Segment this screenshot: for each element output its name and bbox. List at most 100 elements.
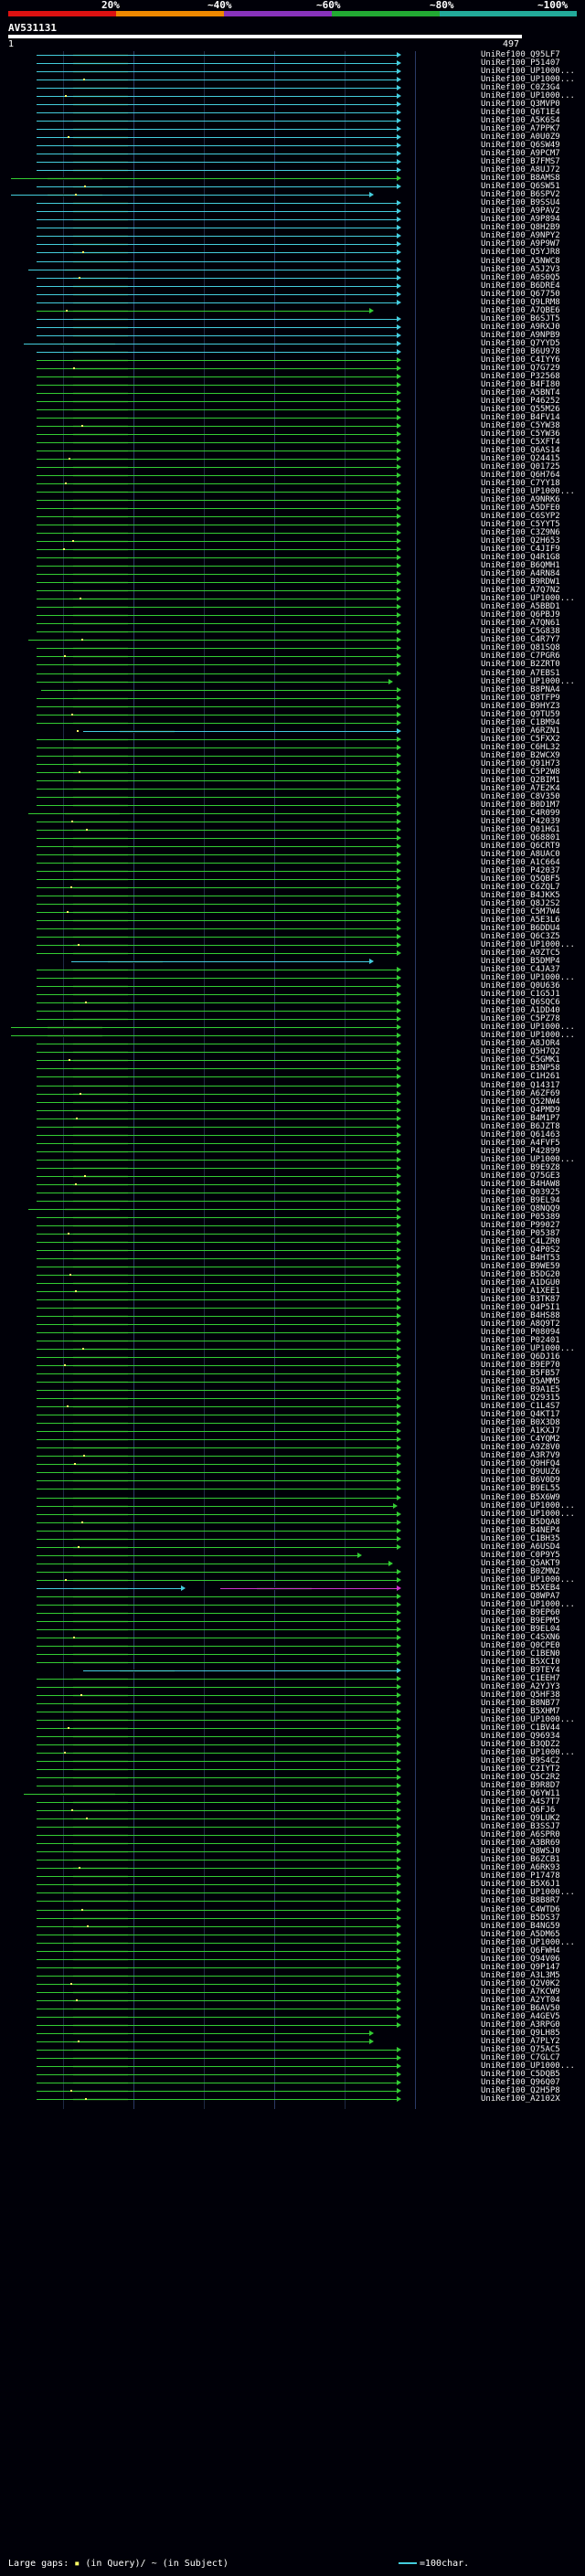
hit-bar[interactable] xyxy=(37,1216,398,1218)
hit-bar[interactable] xyxy=(37,71,398,73)
hit-bar[interactable] xyxy=(11,1027,398,1029)
hit-bar[interactable] xyxy=(37,483,398,485)
hit-bar[interactable] xyxy=(37,533,398,535)
hit-bar[interactable] xyxy=(37,788,398,790)
hit-bar[interactable] xyxy=(37,1901,398,1903)
hit-bar[interactable] xyxy=(37,1843,398,1845)
hit-bar[interactable] xyxy=(37,1628,398,1630)
hit-bar[interactable] xyxy=(37,673,398,674)
hit-bar[interactable] xyxy=(37,244,398,246)
hit-bar[interactable] xyxy=(37,1975,398,1977)
hit-bar[interactable] xyxy=(37,1810,398,1812)
hit-bar[interactable] xyxy=(37,1991,398,1993)
hit-bar[interactable] xyxy=(24,343,398,345)
hit-bar[interactable] xyxy=(37,1291,398,1292)
hit-bar[interactable] xyxy=(37,1884,398,1886)
hit-bar[interactable] xyxy=(37,681,390,683)
hit-bar[interactable] xyxy=(37,384,398,386)
hit-bar[interactable] xyxy=(37,928,398,930)
hit-bar[interactable] xyxy=(37,219,398,221)
hit-bar[interactable] xyxy=(37,1917,398,1919)
hit-bar[interactable] xyxy=(40,689,398,691)
hit-bar[interactable] xyxy=(37,137,398,139)
hit-bar[interactable] xyxy=(37,1167,398,1169)
hit-bar[interactable] xyxy=(37,1950,398,1952)
hit-bar[interactable] xyxy=(37,1868,398,1870)
hit-bar[interactable] xyxy=(37,738,398,740)
hit-bar[interactable] xyxy=(37,1999,398,2001)
hit-bar[interactable] xyxy=(37,1530,398,1532)
hit-bar[interactable] xyxy=(37,1447,398,1449)
hit-bar[interactable] xyxy=(37,260,398,262)
hit-bar[interactable] xyxy=(37,88,398,90)
hit-bar[interactable] xyxy=(37,879,398,880)
hit-bar[interactable] xyxy=(37,1406,398,1408)
hit-bar[interactable] xyxy=(37,2049,398,2051)
hit-bar[interactable] xyxy=(82,730,398,732)
hit-bar[interactable] xyxy=(37,664,398,666)
hit-bar[interactable] xyxy=(37,376,398,377)
hit-bar[interactable] xyxy=(37,1257,398,1259)
hit-bar[interactable] xyxy=(37,779,398,781)
hit-bar[interactable] xyxy=(37,1249,398,1251)
hit-bar[interactable] xyxy=(37,63,398,65)
hit-bar[interactable] xyxy=(37,2016,398,2018)
hit-bar[interactable] xyxy=(37,1431,398,1433)
hit-bar[interactable] xyxy=(37,1892,398,1894)
hit-bar[interactable] xyxy=(37,2024,398,2026)
hit-bar[interactable] xyxy=(37,1002,398,1004)
hit-bar[interactable] xyxy=(37,1299,398,1301)
hit-bar[interactable] xyxy=(37,937,398,938)
hit-bar[interactable] xyxy=(37,367,398,369)
hit-bar[interactable] xyxy=(37,1390,398,1392)
hit-bar[interactable] xyxy=(37,2090,398,2092)
hit-bar[interactable] xyxy=(37,1571,398,1573)
hit-bar[interactable] xyxy=(37,1068,398,1070)
hit-bar[interactable] xyxy=(37,945,398,947)
hit-bar[interactable] xyxy=(37,112,398,114)
hit-bar[interactable] xyxy=(37,104,398,106)
hit-bar[interactable] xyxy=(37,508,398,510)
hit-bar[interactable] xyxy=(37,55,398,56)
hit-bar[interactable] xyxy=(37,1382,398,1383)
hit-bar[interactable] xyxy=(37,1308,398,1309)
hit-bar[interactable] xyxy=(37,804,398,806)
hit-bar[interactable] xyxy=(37,1274,398,1276)
hit-bar[interactable] xyxy=(37,1851,398,1853)
hit-bar[interactable] xyxy=(37,837,398,839)
hit-bar[interactable] xyxy=(37,1694,398,1696)
hit-bar[interactable] xyxy=(37,458,398,460)
hit-bar[interactable] xyxy=(37,162,398,164)
hit-bar[interactable] xyxy=(37,1085,398,1087)
hit-bar[interactable] xyxy=(37,170,398,172)
hit-bar[interactable] xyxy=(37,1744,398,1746)
hit-bar[interactable] xyxy=(37,714,398,716)
hit-bar[interactable] xyxy=(37,1316,398,1318)
hit-bar[interactable] xyxy=(37,1464,398,1466)
hit-bar[interactable] xyxy=(37,1983,398,1985)
hit-bar[interactable] xyxy=(37,326,398,328)
hit-bar[interactable] xyxy=(37,1126,398,1128)
hit-bar[interactable] xyxy=(37,417,398,419)
hit-bar[interactable] xyxy=(28,1208,398,1210)
hit-bar[interactable] xyxy=(37,1159,398,1161)
hit-bar[interactable] xyxy=(37,96,398,98)
hit-bar[interactable] xyxy=(37,1554,358,1556)
hit-bar[interactable] xyxy=(37,1118,398,1119)
hit-bar[interactable] xyxy=(37,351,398,353)
hit-bar[interactable] xyxy=(37,236,398,238)
hit-bar[interactable] xyxy=(37,697,398,699)
hit-bar[interactable] xyxy=(37,359,398,361)
hit-bar[interactable] xyxy=(37,1579,398,1581)
hit-bar[interactable] xyxy=(37,1835,398,1837)
hit-bar[interactable] xyxy=(37,978,398,980)
hit-bar[interactable] xyxy=(37,1966,398,1968)
hit-bar[interactable] xyxy=(37,1505,394,1507)
hit-bar[interactable] xyxy=(37,1233,398,1235)
hit-bar[interactable] xyxy=(37,1142,398,1144)
hit-bar[interactable] xyxy=(37,203,398,205)
hit-bar[interactable] xyxy=(37,318,398,320)
hit-bar[interactable] xyxy=(37,129,398,131)
hit-bar[interactable] xyxy=(37,986,398,988)
hit-bar[interactable] xyxy=(37,590,398,592)
